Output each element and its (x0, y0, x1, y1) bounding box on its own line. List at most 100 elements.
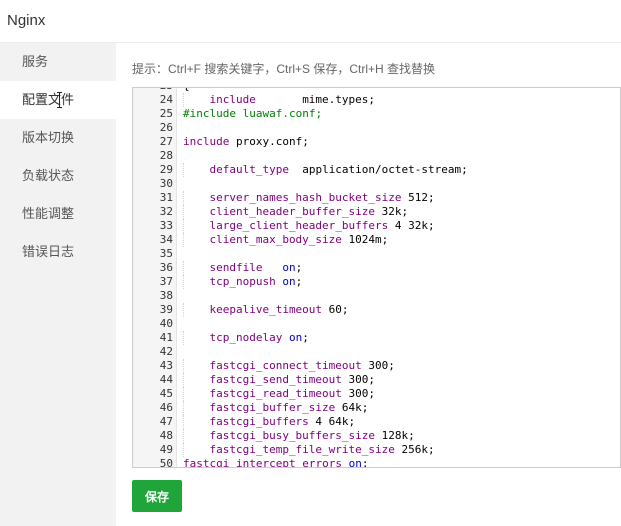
code-token: 64k; (335, 401, 369, 414)
code-token: 32k; (375, 205, 409, 218)
code-token: fastcgi_busy_buffers_size (209, 429, 376, 442)
code-token: fastcgi_read_timeout (209, 387, 342, 400)
code-line: 40 (133, 317, 620, 331)
code-line: 47 fastcgi_buffers 4 64k; (133, 415, 620, 429)
line-number: 24 (159, 93, 173, 106)
code-text: fastcgi_read_timeout 300; (209, 387, 375, 401)
window-title: Nginx (7, 12, 46, 29)
code-text: client_max_body_size 1024m; (209, 233, 388, 247)
code-token: 256k; (394, 443, 435, 456)
indent-guide (183, 275, 184, 289)
indent-guide (183, 303, 184, 317)
indent-guide (183, 163, 184, 177)
code-token: fastcgi_buffers (209, 415, 309, 428)
code-line: 49 fastcgi_temp_file_write_size 256k; (133, 443, 620, 457)
code-token: ; (302, 331, 309, 344)
code-line: 45 fastcgi_read_timeout 300; (133, 387, 620, 401)
line-number: 42 (159, 345, 173, 358)
code-text: keepalive_timeout 60; (209, 303, 348, 317)
code-text: default_type application/octet-stream; (209, 163, 467, 177)
sidebar-item-service[interactable]: 服务 (0, 43, 116, 81)
sidebar-item-version-switch[interactable]: 版本切换 (0, 119, 116, 157)
line-number: 25 (159, 107, 173, 120)
code-line: 30 (133, 177, 620, 191)
code-text: fastcgi_buffer_size 64k; (209, 401, 368, 415)
code-token: fastcgi_buffer_size (209, 401, 336, 414)
line-number: 43 (159, 359, 173, 372)
config-code-editor[interactable]: 23{24include mime.types;25#include luawa… (132, 87, 621, 468)
code-token: server_names_hash_bucket_size (209, 191, 402, 204)
code-token: client_max_body_size (209, 233, 342, 246)
line-number: 44 (159, 373, 173, 386)
code-token: tcp_nodelay (209, 331, 289, 344)
code-token: #include luawaf.conf; (183, 107, 323, 120)
line-number: 30 (159, 177, 173, 190)
sidebar-item-load-status[interactable]: 负载状态 (0, 157, 116, 195)
code-token: proxy.conf; (235, 135, 309, 148)
code-token: large_client_header_buffers (209, 219, 389, 232)
code-line: 33 large_client_header_buffers 4 32k; (133, 219, 620, 233)
line-number: 26 (159, 121, 173, 134)
line-number: 34 (159, 233, 173, 246)
sidebar-item-config-file[interactable]: 配置文件 (0, 81, 116, 119)
line-number: 48 (159, 429, 173, 442)
sidebar-item-performance-tuning[interactable]: 性能调整 (0, 195, 116, 233)
nginx-window: Nginx 服务 配置文件 版本切换 负载状态 性能调整 错误日志 提示：Ctr… (0, 0, 621, 526)
code-line: 29 default_type application/octet-stream; (133, 163, 620, 177)
line-number: 37 (159, 275, 173, 288)
code-line: 37 tcp_nopush on; (133, 275, 620, 289)
code-token: application/octet-stream; (288, 163, 468, 176)
code-line: 34 client_max_body_size 1024m; (133, 233, 620, 247)
code-line: 32 client_header_buffer_size 32k; (133, 205, 620, 219)
code-text: fastcgi_intercept_errors on; (183, 457, 368, 468)
shortcut-hint: 提示：Ctrl+F 搜索关键字，Ctrl+S 保存，Ctrl+H 查找替换 (132, 62, 436, 76)
indent-guide (183, 233, 184, 247)
code-token: 300; (341, 373, 376, 386)
indent-guide (183, 205, 184, 219)
code-text: fastcgi_busy_buffers_size 128k; (209, 429, 414, 443)
line-number: 50 (159, 457, 173, 468)
indent-guide (183, 93, 184, 107)
code-text: fastcgi_temp_file_write_size 256k; (209, 443, 434, 457)
code-token: 300; (341, 387, 376, 400)
code-line: 46 fastcgi_buffer_size 64k; (133, 401, 620, 415)
indent-guide (183, 191, 184, 205)
code-token: mime.types; (302, 93, 376, 106)
code-lines: 23{24include mime.types;25#include luawa… (133, 88, 620, 468)
code-line: 48 fastcgi_busy_buffers_size 128k; (133, 429, 620, 443)
line-number: 40 (159, 317, 173, 330)
code-token: fastcgi_send_timeout (209, 373, 342, 386)
code-token: on (282, 275, 296, 288)
code-line: 44 fastcgi_send_timeout 300; (133, 373, 620, 387)
line-number: 45 (159, 387, 173, 400)
code-line: 26 (133, 121, 620, 135)
code-token: 1024m; (341, 233, 389, 246)
code-line: 35 (133, 247, 620, 261)
code-line: 41 tcp_nodelay on; (133, 331, 620, 345)
code-token: fastcgi_intercept_errors (183, 457, 342, 468)
code-line: 50 fastcgi_intercept_errors on; (133, 457, 620, 468)
indent-guide (183, 401, 184, 415)
code-token: fastcgi_connect_timeout (209, 359, 362, 372)
code-text: large_client_header_buffers 4 32k; (209, 219, 434, 233)
code-line: 38 (133, 289, 620, 303)
sidebar-item-error-log[interactable]: 错误日志 (0, 233, 116, 271)
code-text: fastcgi_buffers 4 64k; (209, 415, 355, 429)
code-line: 27 include proxy.conf; (133, 135, 620, 149)
indent-guide (183, 219, 184, 233)
code-token: include (209, 93, 303, 106)
code-token: ; (295, 261, 303, 274)
code-token: 4 64k; (308, 415, 356, 428)
code-token: client_header_buffer_size (209, 205, 376, 218)
code-line: 39 keepalive_timeout 60; (133, 303, 620, 317)
line-number: 41 (159, 331, 173, 344)
line-number: 27 (159, 135, 173, 148)
code-token: ; (295, 275, 303, 288)
indent-guide (183, 387, 184, 401)
code-text: sendfile on; (209, 261, 302, 275)
code-token: fastcgi_temp_file_write_size (209, 443, 395, 456)
save-button[interactable]: 保存 (132, 480, 182, 512)
code-token: 300; (361, 359, 395, 372)
code-token: on (288, 331, 303, 344)
line-number: 28 (159, 149, 173, 162)
